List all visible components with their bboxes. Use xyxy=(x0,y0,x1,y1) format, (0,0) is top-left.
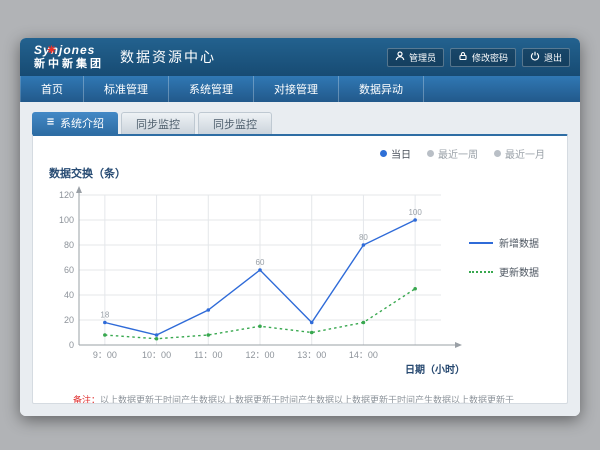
nav-item-system-mgmt[interactable]: 系统管理 xyxy=(169,76,254,102)
nav-item-interface-mgmt[interactable]: 对接管理 xyxy=(254,76,339,102)
footnote-text: 以上数据更新于时间产生数据以上数据更新于时间产生数据以上数据更新于时间产生数据以… xyxy=(100,395,514,404)
svg-text:40: 40 xyxy=(64,290,74,300)
svg-text:10：00: 10：00 xyxy=(142,350,171,360)
tab-label: 同步监控 xyxy=(136,116,180,132)
footnote-label: 备注： xyxy=(73,395,100,404)
line-chart: 0 20 40 60 80 100 120 9：00 10：00 11：00 12：00 13：00 1… xyxy=(47,183,467,379)
logo-star-icon xyxy=(47,41,56,59)
brand-logo: Synjones 新中新集团 xyxy=(34,44,104,70)
tabs-row: 系统介绍 同步监控 同步监控 xyxy=(32,112,568,134)
password-icon xyxy=(458,51,468,63)
logout-icon xyxy=(530,51,540,63)
period-filters: 当日 最近一周 最近一月 xyxy=(47,146,545,161)
filter-dot-icon xyxy=(380,150,387,157)
tab-sync-monitor-2[interactable]: 同步监控 xyxy=(198,112,272,134)
y-axis-title: 数据交换（条） xyxy=(49,165,553,181)
legend-label: 新增数据 xyxy=(499,235,539,250)
tab-label: 系统介绍 xyxy=(60,115,104,131)
svg-text:14：00: 14：00 xyxy=(349,350,378,360)
svg-text:20: 20 xyxy=(64,315,74,325)
filter-last-month[interactable]: 最近一月 xyxy=(494,146,545,161)
tab-list-icon xyxy=(46,117,55,129)
svg-text:13：00: 13：00 xyxy=(297,350,326,360)
svg-text:60: 60 xyxy=(64,265,74,275)
nav-item-standard-mgmt[interactable]: 标准管理 xyxy=(84,76,169,102)
content-area: 系统介绍 同步监控 同步监控 当日 最近一周 xyxy=(20,102,580,416)
change-password-button[interactable]: 修改密码 xyxy=(450,48,516,67)
legend-item-new-data: 新增数据 xyxy=(469,235,539,250)
svg-text:11：00: 11：00 xyxy=(194,350,222,360)
user-icon xyxy=(395,51,405,63)
svg-text:12：00: 12：00 xyxy=(245,350,274,360)
legend-item-updated-data: 更新数据 xyxy=(469,264,539,279)
logo-text: Synjones xyxy=(34,44,104,58)
svg-text:100: 100 xyxy=(408,208,422,217)
svg-text:60: 60 xyxy=(256,258,265,267)
chart-panel: 当日 最近一周 最近一月 数据交换（条） 0 20 40 60 80 100 120 9：00… xyxy=(32,134,568,404)
logo-subtext: 新中新集团 xyxy=(34,58,104,71)
nav-item-home[interactable]: 首页 xyxy=(20,76,84,102)
svg-text:0: 0 xyxy=(69,340,74,350)
app-window: Synjones 新中新集团 数据资源中心 管理员 修改密码 xyxy=(20,38,580,416)
svg-text:100: 100 xyxy=(59,215,74,225)
series-legend: 新增数据 更新数据 xyxy=(469,235,539,379)
svg-text:120: 120 xyxy=(59,190,74,200)
logout-button-label: 退出 xyxy=(544,51,562,64)
svg-text:9：00: 9：00 xyxy=(93,350,117,360)
admin-button[interactable]: 管理员 xyxy=(387,48,444,67)
desktop-background: Synjones 新中新集团 数据资源中心 管理员 修改密码 xyxy=(0,0,600,450)
filter-dot-icon xyxy=(427,150,434,157)
filter-last-week[interactable]: 最近一周 xyxy=(427,146,478,161)
filter-label: 当日 xyxy=(391,146,411,161)
svg-text:80: 80 xyxy=(359,233,368,242)
filter-label: 最近一月 xyxy=(505,146,545,161)
header-actions: 管理员 修改密码 退出 xyxy=(387,48,570,67)
filter-dot-icon xyxy=(494,150,501,157)
page-title: 数据资源中心 xyxy=(120,47,216,67)
logout-button[interactable]: 退出 xyxy=(522,48,570,67)
admin-button-label: 管理员 xyxy=(409,51,436,64)
change-password-button-label: 修改密码 xyxy=(472,51,508,64)
legend-label: 更新数据 xyxy=(499,264,539,279)
svg-text:80: 80 xyxy=(64,240,74,250)
main-nav: 首页 标准管理 系统管理 对接管理 数据异动 xyxy=(20,76,580,102)
svg-text:日期（小时）: 日期（小时） xyxy=(405,363,465,376)
footnote: 备注：以上数据更新于时间产生数据以上数据更新于时间产生数据以上数据更新于时间产生… xyxy=(47,393,553,404)
tab-sync-monitor-1[interactable]: 同步监控 xyxy=(121,112,195,134)
filter-today[interactable]: 当日 xyxy=(380,146,411,161)
legend-line-sample xyxy=(469,242,493,244)
chart-row: 0 20 40 60 80 100 120 9：00 10：00 11：00 12：00 13：00 1… xyxy=(47,183,553,379)
filter-label: 最近一周 xyxy=(438,146,478,161)
nav-item-data-change[interactable]: 数据异动 xyxy=(339,76,424,102)
tab-system-intro[interactable]: 系统介绍 xyxy=(32,112,118,134)
tab-label: 同步监控 xyxy=(213,116,257,132)
svg-text:18: 18 xyxy=(100,311,109,320)
title-bar: Synjones 新中新集团 数据资源中心 管理员 修改密码 xyxy=(20,38,580,76)
legend-line-sample xyxy=(469,271,493,273)
